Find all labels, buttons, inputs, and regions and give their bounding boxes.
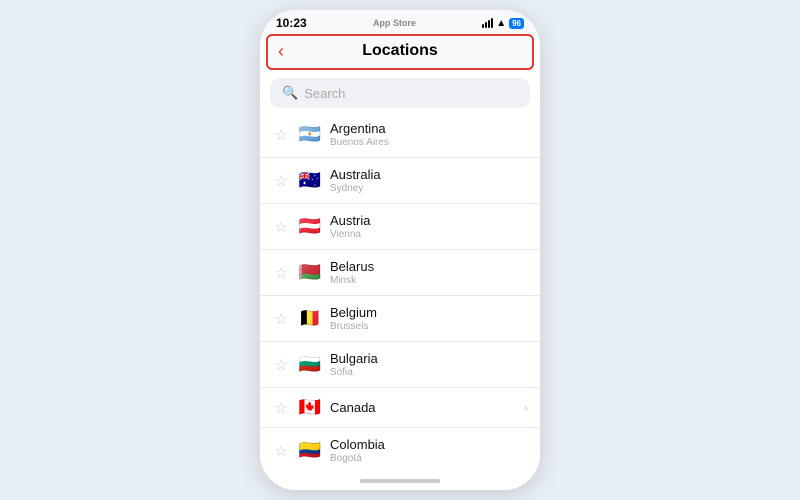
flag-icon: 🇦🇷 (298, 124, 322, 145)
city-name: Bogotá (330, 453, 528, 464)
flag-icon: 🇦🇹 (298, 216, 322, 237)
favorite-icon[interactable]: ☆ (272, 356, 290, 374)
battery-badge: 96 (509, 18, 524, 29)
city-name: Buenos Aires (330, 137, 528, 148)
search-input[interactable]: Search (304, 86, 345, 101)
favorite-icon[interactable]: ☆ (272, 218, 290, 236)
list-item[interactable]: ☆ 🇦🇹 Austria Vienna (260, 204, 540, 250)
country-name: Australia (330, 167, 528, 182)
chevron-right-icon: › (524, 401, 528, 415)
country-info: Belarus Minsk (330, 259, 528, 286)
list-item[interactable]: ☆ 🇨🇦 Canada › (260, 388, 540, 428)
search-bar[interactable]: 🔍 Search (270, 78, 530, 108)
status-bar: 10:23 App Store ▲ 96 (260, 10, 540, 34)
city-name: Minsk (330, 275, 528, 286)
favorite-icon[interactable]: ☆ (272, 442, 290, 460)
country-name: Austria (330, 213, 528, 228)
flag-icon: 🇨🇴 (298, 440, 322, 461)
country-name: Canada (330, 400, 516, 415)
flag-icon: 🇦🇺 (298, 170, 322, 191)
country-name: Colombia (330, 437, 528, 452)
wifi-icon: ▲ (496, 18, 506, 29)
country-info: Australia Sydney (330, 167, 528, 194)
list-item[interactable]: ☆ 🇦🇷 Argentina Buenos Aires (260, 112, 540, 158)
favorite-icon[interactable]: ☆ (272, 264, 290, 282)
list-item[interactable]: ☆ 🇧🇾 Belarus Minsk (260, 250, 540, 296)
app-store-label: App Store (373, 18, 416, 28)
country-name: Bulgaria (330, 351, 528, 366)
flag-icon: 🇨🇦 (298, 397, 322, 418)
list-item[interactable]: ☆ 🇧🇬 Bulgaria Sofia (260, 342, 540, 388)
country-info: Colombia Bogotá (330, 437, 528, 464)
country-info: Argentina Buenos Aires (330, 121, 528, 148)
country-name: Belarus (330, 259, 528, 274)
city-name: Sydney (330, 183, 528, 194)
country-name: Belgium (330, 305, 528, 320)
list-item[interactable]: ☆ 🇦🇺 Australia Sydney (260, 158, 540, 204)
time-display: 10:23 (276, 16, 307, 30)
locations-list: ☆ 🇦🇷 Argentina Buenos Aires ☆ 🇦🇺 Austral… (260, 112, 540, 472)
flag-icon: 🇧🇬 (298, 354, 322, 375)
search-icon: 🔍 (282, 85, 298, 101)
city-name: Brussels (330, 321, 528, 332)
status-icons: ▲ 96 (482, 18, 524, 29)
bottom-bar (260, 472, 540, 490)
nav-bar: ‹ Locations (266, 34, 534, 70)
country-info: Austria Vienna (330, 213, 528, 240)
list-item[interactable]: ☆ 🇨🇴 Colombia Bogotá (260, 428, 540, 472)
city-name: Sofia (330, 367, 528, 378)
phone-frame: 10:23 App Store ▲ 96 ‹ Locations 🔍 Searc… (260, 10, 540, 490)
favorite-icon[interactable]: ☆ (272, 172, 290, 190)
back-button[interactable]: ‹ (278, 41, 284, 62)
list-item[interactable]: ☆ 🇧🇪 Belgium Brussels (260, 296, 540, 342)
country-name: Argentina (330, 121, 528, 136)
page-title: Locations (362, 42, 438, 60)
country-info: Belgium Brussels (330, 305, 528, 332)
city-name: Vienna (330, 229, 528, 240)
home-indicator (360, 479, 440, 483)
flag-icon: 🇧🇪 (298, 308, 322, 329)
country-info: Bulgaria Sofia (330, 351, 528, 378)
favorite-icon[interactable]: ☆ (272, 126, 290, 144)
favorite-icon[interactable]: ☆ (272, 310, 290, 328)
flag-icon: 🇧🇾 (298, 262, 322, 283)
favorite-icon[interactable]: ☆ (272, 399, 290, 417)
signal-icon (482, 18, 493, 28)
country-info: Canada (330, 400, 516, 415)
